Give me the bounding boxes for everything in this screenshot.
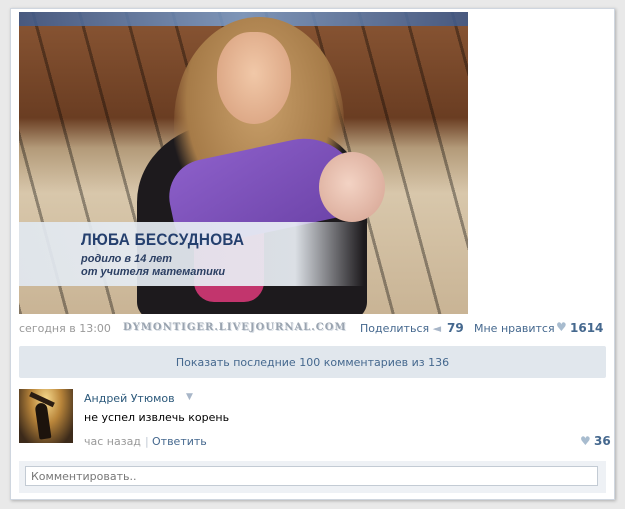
comment-input[interactable]	[25, 466, 598, 486]
comment-heart-icon[interactable]: ♥	[580, 434, 591, 448]
share-count: 79	[447, 321, 464, 335]
megaphone-icon: ◄	[432, 322, 442, 335]
post-date[interactable]: сегодня в 13:00	[19, 322, 111, 335]
share-button[interactable]: Поделиться ◄	[360, 322, 441, 335]
tv-caption-name: ЛЮБА БЕССУДНОВА	[81, 230, 245, 249]
share-label: Поделиться	[360, 322, 430, 335]
comment-time[interactable]: час назад	[84, 435, 141, 448]
comment-text: не успел извлечь корень	[84, 411, 230, 424]
comment-composer	[19, 461, 606, 493]
avatar[interactable]	[19, 389, 73, 443]
comment-like-count: 36	[594, 434, 611, 448]
reply-button[interactable]: Ответить	[152, 435, 207, 448]
post-photo[interactable]: ЛЮБА БЕССУДНОВА родило в 14 лет от учите…	[19, 12, 468, 314]
watermark: DYMONTIGER.LIVEJOURNAL.COM	[123, 322, 347, 333]
photo-baby-head	[319, 152, 385, 222]
show-comments-button[interactable]: Показать последние 100 комментариев из 1…	[19, 346, 606, 378]
photo-figure-face	[217, 32, 291, 124]
chevron-down-icon[interactable]: ▼	[186, 392, 193, 402]
comment-item: Андрей Утюмов ▼ не успел извлечь корень …	[19, 389, 611, 451]
tv-caption-line-1: родило в 14 лет	[81, 253, 173, 265]
comment-author[interactable]: Андрей Утюмов	[84, 392, 175, 405]
like-button[interactable]: Мне нравится	[474, 322, 555, 335]
like-count: 1614	[570, 321, 604, 335]
post-meta: сегодня в 13:00 DYMONTIGER.LIVEJOURNAL.C…	[19, 320, 606, 338]
avatar-figure	[34, 402, 52, 440]
tv-caption-line-2: от учителя математики	[81, 266, 226, 278]
tv-caption-subtitle: родило в 14 лет от учителя математики	[81, 253, 225, 279]
separator: |	[145, 435, 149, 448]
heart-icon[interactable]: ♥	[556, 320, 567, 334]
post-card: ЛЮБА БЕССУДНОВА родило в 14 лет от учите…	[10, 8, 615, 500]
tv-caption: ЛЮБА БЕССУДНОВА родило в 14 лет от учите…	[19, 222, 364, 286]
